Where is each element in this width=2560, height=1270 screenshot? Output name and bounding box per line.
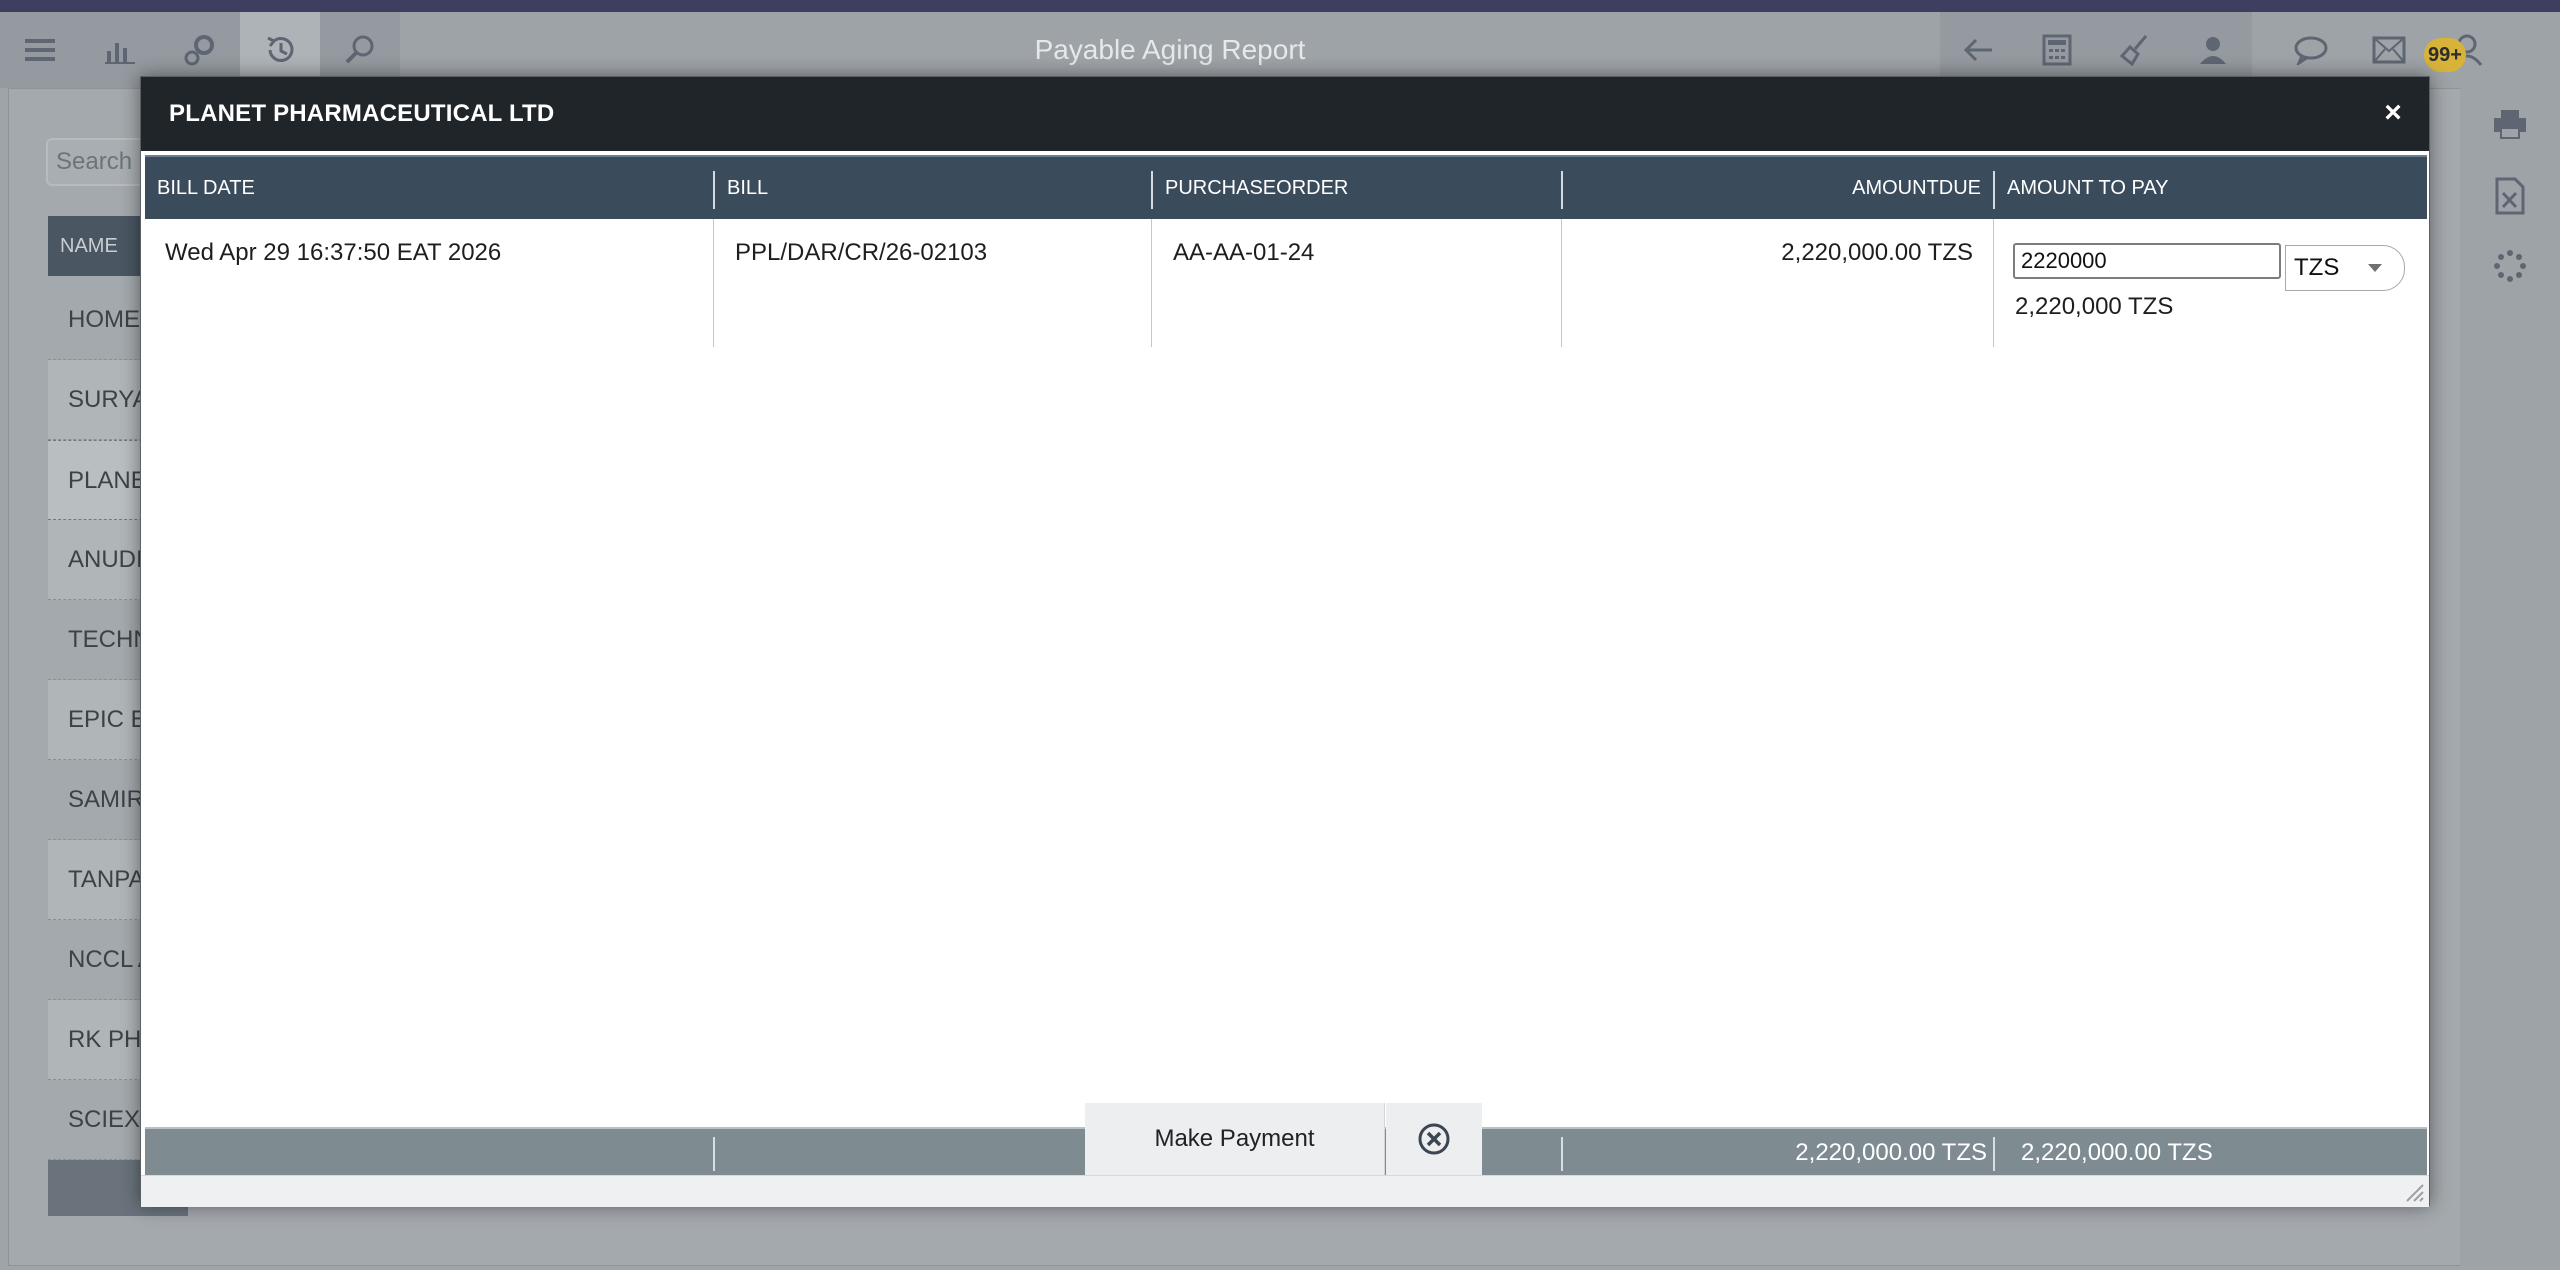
close-icon[interactable]: × bbox=[2375, 95, 2411, 131]
cancel-circle-icon bbox=[1418, 1123, 1450, 1155]
bills-grid: BILL DATE BILL PURCHASEORDER AMOUNTDUE A… bbox=[145, 155, 2427, 1177]
cell-divider bbox=[713, 219, 714, 347]
table-row[interactable]: Wed Apr 29 16:37:50 EAT 2026 PPL/DAR/CR/… bbox=[145, 219, 2427, 347]
cell-divider bbox=[1561, 219, 1562, 347]
dialog-title: PLANET PHARMACEUTICAL LTD bbox=[169, 100, 555, 127]
column-header-amount-to-pay[interactable]: AMOUNT TO PAY bbox=[1995, 157, 2427, 219]
cell-divider bbox=[1993, 219, 1994, 347]
currency-select-value: TZS bbox=[2294, 254, 2340, 281]
menu-icon[interactable] bbox=[0, 12, 80, 88]
cell-purchase-order: AA-AA-01-24 bbox=[1173, 239, 1315, 266]
column-header-bill[interactable]: BILL bbox=[715, 157, 1151, 219]
notification-badge: 99+ bbox=[2424, 38, 2466, 72]
loading-spinner-icon bbox=[2480, 244, 2540, 288]
amount-to-pay-input[interactable] bbox=[2013, 243, 2281, 279]
window-top-strip bbox=[0, 0, 2560, 12]
cell-bill-date: Wed Apr 29 16:37:50 EAT 2026 bbox=[165, 239, 502, 266]
print-icon[interactable] bbox=[2480, 104, 2540, 144]
chevron-down-icon bbox=[2368, 264, 2382, 272]
make-payment-button[interactable]: Make Payment bbox=[1085, 1103, 1385, 1175]
amount-to-pay-formatted: 2,220,000 TZS bbox=[2015, 293, 2174, 320]
dialog-header: PLANET PHARMACEUTICAL LTD × bbox=[141, 77, 2429, 151]
dialog-footer-bar bbox=[141, 1175, 2429, 1207]
payment-dialog: PLANET PHARMACEUTICAL LTD × BILL DATE BI… bbox=[140, 76, 2430, 1207]
column-header-amount-due[interactable]: AMOUNTDUE bbox=[1563, 157, 1993, 219]
column-header-purchase-order[interactable]: PURCHASEORDER bbox=[1153, 157, 1561, 219]
cancel-button[interactable] bbox=[1386, 1103, 1482, 1175]
currency-select[interactable]: TZS bbox=[2285, 245, 2405, 291]
grid-header: BILL DATE BILL PURCHASEORDER AMOUNTDUE A… bbox=[145, 155, 2427, 219]
column-header-bill-date[interactable]: BILL DATE bbox=[145, 157, 713, 219]
resize-handle-icon[interactable] bbox=[2403, 1181, 2425, 1203]
cell-amount-due: 2,220,000.00 TZS bbox=[1781, 239, 1973, 266]
cell-divider bbox=[1151, 219, 1152, 347]
excel-export-icon[interactable] bbox=[2480, 174, 2540, 218]
dialog-actions: Make Payment bbox=[141, 1103, 2429, 1175]
cell-bill: PPL/DAR/CR/26-02103 bbox=[735, 239, 988, 266]
